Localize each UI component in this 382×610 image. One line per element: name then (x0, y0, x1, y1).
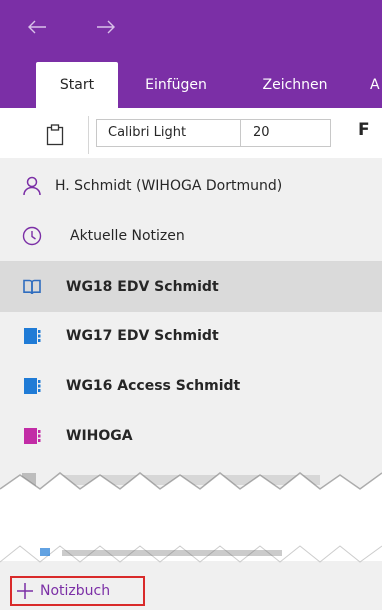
tab-start[interactable]: Start (36, 62, 118, 108)
bold-button[interactable]: F (358, 120, 370, 140)
recent-notes-label: Aktuelle Notizen (70, 228, 185, 244)
notebook-icon (22, 426, 42, 446)
person-icon (22, 176, 42, 196)
tab-insert[interactable]: Einfügen (137, 62, 215, 108)
open-book-icon (22, 277, 42, 297)
notebook-label: WG16 Access Schmidt (66, 378, 241, 394)
notebook-item-wg16[interactable]: WG16 Access Schmidt (0, 361, 382, 411)
font-size-field[interactable]: 20 (241, 119, 331, 147)
title-bar: Start Einfügen Zeichnen A (0, 0, 382, 108)
ribbon: Calibri Light 20 F (0, 108, 382, 159)
notebook-panel: H. Schmidt (WIHOGA Dortmund) Aktuelle No… (0, 158, 382, 610)
add-notebook-label: Notizbuch (40, 583, 111, 599)
recent-notes-row[interactable]: Aktuelle Notizen (0, 211, 382, 261)
torn-lower-edge (0, 528, 382, 568)
tab-partial[interactable]: A (370, 62, 382, 108)
notebook-label: WG18 EDV Schmidt (66, 279, 219, 295)
notebook-label: WG17 EDV Schmidt (66, 328, 219, 344)
notebook-icon (22, 326, 42, 346)
notebook-item-wg17[interactable]: WG17 EDV Schmidt (0, 311, 382, 361)
notebook-item-wihoga[interactable]: WIHOGA (0, 411, 382, 461)
arrow-right-icon[interactable] (93, 14, 119, 40)
clock-icon (22, 226, 42, 246)
ribbon-divider (88, 116, 89, 154)
notebook-icon (22, 376, 42, 396)
clipboard-icon[interactable] (46, 124, 64, 146)
account-label: H. Schmidt (WIHOGA Dortmund) (55, 178, 283, 194)
font-name-field[interactable]: Calibri Light (96, 119, 241, 147)
notebook-item-wg18[interactable]: WG18 EDV Schmidt (0, 262, 382, 312)
arrow-left-icon[interactable] (24, 14, 50, 40)
notebook-label: WIHOGA (66, 428, 133, 444)
panel-footer: Notizbuch (0, 568, 382, 610)
account-row[interactable]: H. Schmidt (WIHOGA Dortmund) (0, 161, 382, 211)
add-notebook-button[interactable]: Notizbuch (10, 576, 145, 606)
tab-draw[interactable]: Zeichnen (251, 62, 339, 108)
plus-icon (16, 582, 34, 600)
